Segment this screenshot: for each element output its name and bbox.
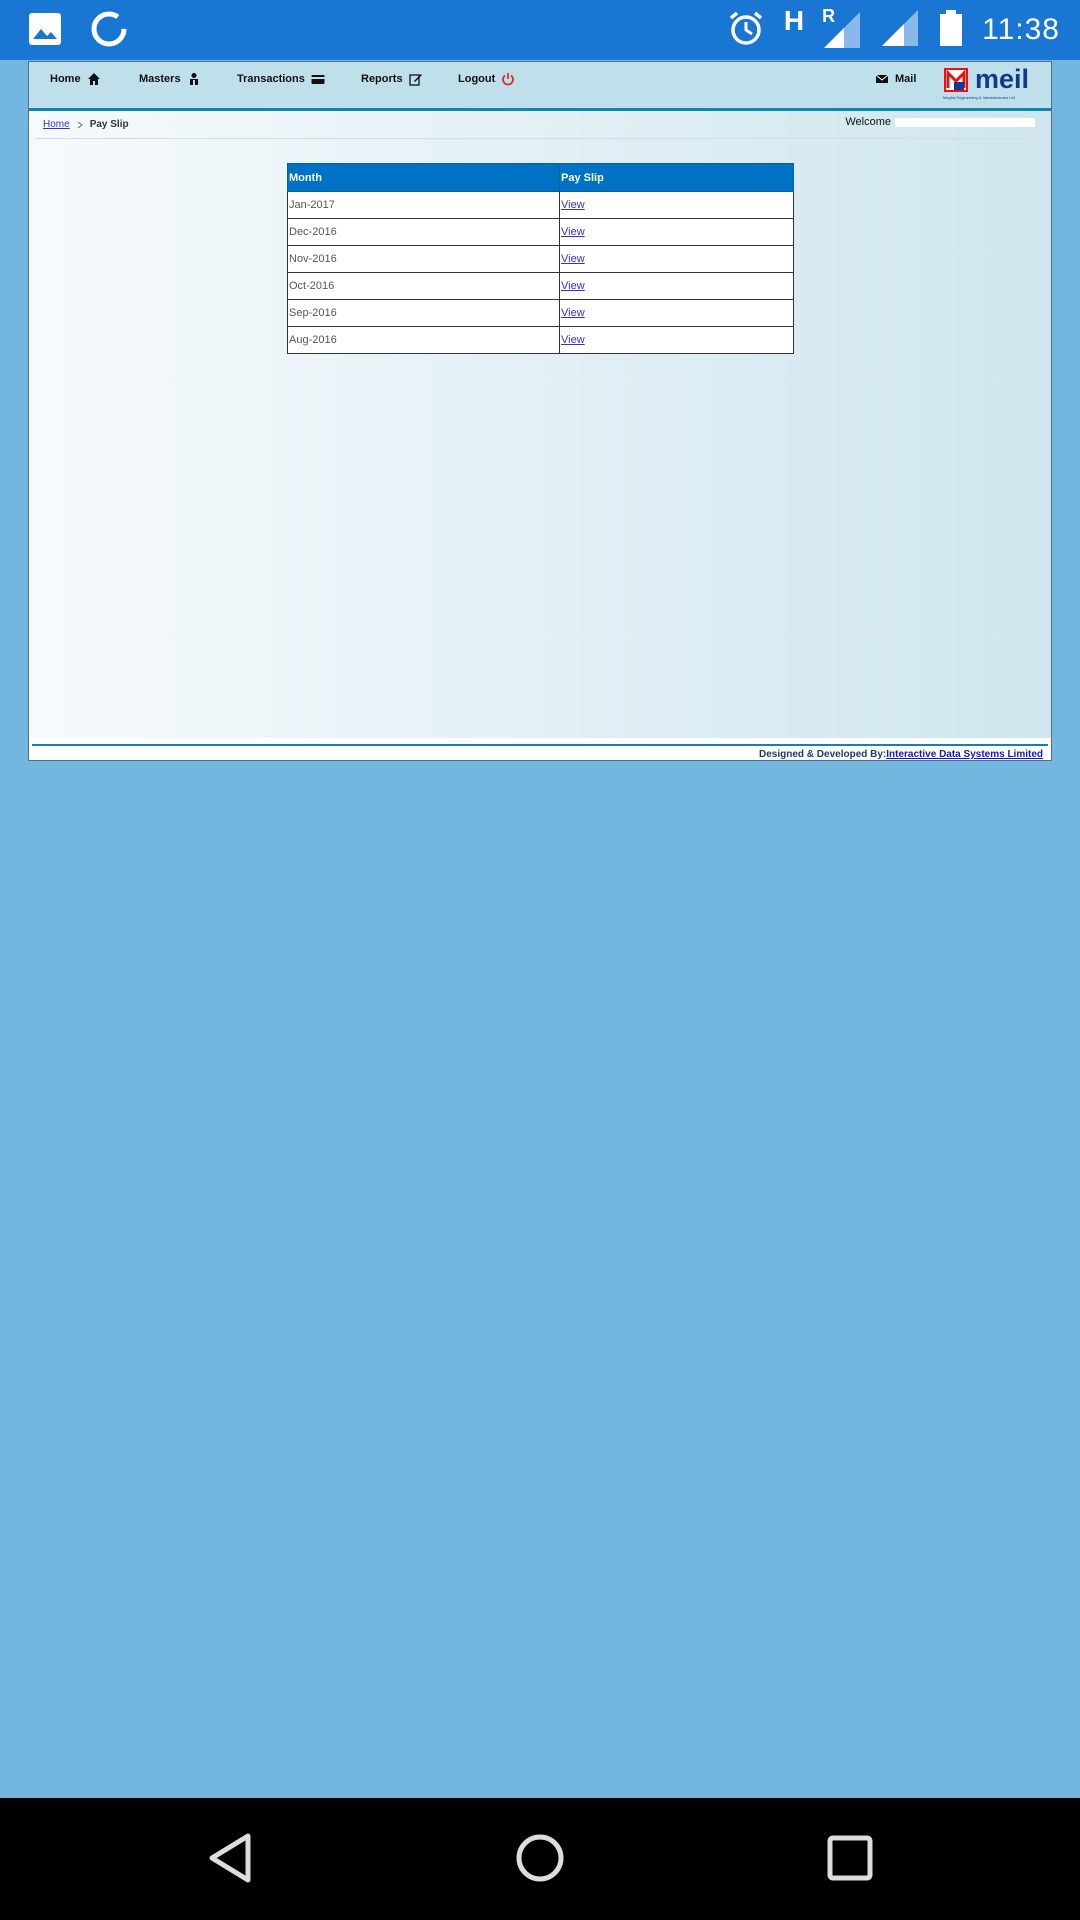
nav-mail-label: Mail [895,73,917,85]
web-page-frame: Home Masters Transactions Reports Logout… [28,61,1052,761]
footer-prefix: Designed & Developed By: [759,749,887,760]
credit-card-icon [311,75,325,84]
navigation-bar [0,1798,1080,1920]
view-link[interactable]: View [561,226,585,238]
pay-slip-cell: View [559,191,794,219]
signal-icon [880,8,920,53]
view-link[interactable]: View [561,280,585,292]
chevron-right-icon [77,121,83,128]
mail-icon [875,74,889,83]
month-cell: Sep-2016 [287,299,560,327]
edit-icon [408,74,422,86]
divider [35,138,1045,139]
roaming-label: R [822,6,836,26]
table-row: Oct-2016 View [287,272,794,300]
home-button[interactable] [510,1828,570,1888]
recents-square-icon [827,1835,873,1881]
clock: 11:38 [982,13,1060,46]
breadcrumb: Home Pay Slip [43,119,129,130]
view-link[interactable]: View [561,199,585,211]
battery-icon [938,8,964,53]
logo-text: meil [975,64,1030,94]
welcome-username [895,117,1035,127]
table-row: Nov-2016 View [287,245,794,273]
footer-divider [32,744,1048,746]
month-cell: Nov-2016 [287,245,560,273]
month-column-header: Month [287,163,560,192]
month-cell: Oct-2016 [287,272,560,300]
status-bar: H R 11:38 [0,0,1080,60]
pay-slip-cell: View [559,326,794,354]
back-button[interactable] [200,1828,260,1888]
nav-transactions-label: Transactions [237,73,305,85]
users-icon [189,73,198,85]
breadcrumb-current: Pay Slip [89,119,129,130]
view-link[interactable]: View [561,334,585,346]
gallery-notification-icon [28,12,62,51]
home-icon [87,73,100,85]
signal-roaming-icon: R [822,6,862,50]
recents-button[interactable] [820,1828,880,1888]
nav-masters-label: Masters [139,73,181,85]
nav-masters[interactable]: Masters [139,72,201,86]
pay-slip-cell: View [559,245,794,273]
welcome-label: Welcome [845,116,891,128]
developer-link[interactable]: Interactive Data Systems Limited [886,749,1043,760]
view-link[interactable]: View [561,307,585,319]
footer: Designed & Developed By:Interactive Data… [759,749,1043,760]
top-navigation: Home Masters Transactions Reports Logout… [29,62,1051,111]
network-type-label: H [783,5,805,36]
back-triangle-icon [209,1833,251,1883]
breadcrumb-home-link[interactable]: Home [43,119,70,130]
table-row: Dec-2016 View [287,218,794,246]
month-cell: Dec-2016 [287,218,560,246]
nav-home-label: Home [50,73,81,85]
nav-reports[interactable]: Reports [361,72,423,86]
nav-reports-label: Reports [361,73,403,85]
pay-slip-column-header: Pay Slip [559,163,794,192]
view-link[interactable]: View [561,253,585,265]
table-row: Jan-2017 View [287,191,794,219]
nav-logout[interactable]: Logout [458,72,515,86]
nav-transactions[interactable]: Transactions [237,72,325,86]
nav-mail[interactable]: Mail [875,72,916,86]
month-cell: Jan-2017 [287,191,560,219]
pay-slip-cell: View [559,218,794,246]
table-row: Sep-2016 View [287,299,794,327]
nav-home[interactable]: Home [50,72,101,86]
table-row: Aug-2016 View [287,326,794,354]
month-cell: Aug-2016 [287,326,560,354]
logo-tagline: Megha Engineering & Infrastructures Ltd [943,95,1015,100]
table-header-row: Month Pay Slip [287,163,794,192]
pay-slip-cell: View [559,299,794,327]
sync-notification-icon [90,10,128,53]
power-icon [502,73,515,86]
welcome-area: Welcome [845,116,1035,128]
company-logo[interactable]: meil Megha Engineering & Infrastructures… [943,64,1041,102]
alarm-icon [726,8,766,53]
home-circle-icon [516,1834,564,1882]
pay-slip-table: Month Pay Slip Jan-2017 View Dec-2016 Vi… [287,163,794,354]
pay-slip-cell: View [559,272,794,300]
nav-logout-label: Logout [458,73,496,85]
